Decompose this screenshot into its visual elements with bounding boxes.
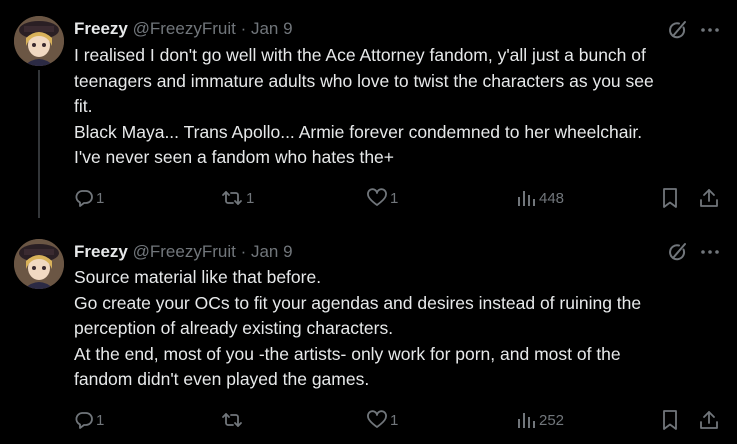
tweet-header: Freezy @FreezyFruit · Jan 9 (74, 17, 293, 41)
reply-icon (74, 188, 94, 208)
tweet-text-line: Source material like that before. (74, 267, 322, 287)
like-button[interactable]: 1 (366, 406, 398, 434)
more-dots-icon[interactable] (699, 241, 721, 263)
action-bar: 1 1 252 (0, 406, 737, 434)
tweet-text-line: teenagers and immature adults who love t… (74, 70, 654, 91)
tweet-text-line: At the end, most of you -the artists- on… (74, 343, 621, 364)
reply-button[interactable]: 1 (74, 184, 104, 212)
tweet-text-line: I realised I don't go well with the Ace … (74, 45, 646, 65)
views-count: 448 (539, 189, 565, 207)
avatar[interactable] (14, 16, 64, 66)
tweet-date[interactable]: Jan 9 (251, 242, 293, 261)
repost-button[interactable] (220, 406, 246, 434)
like-button[interactable]: 1 (366, 184, 398, 212)
grok-icon[interactable] (666, 19, 688, 41)
avatar[interactable] (14, 239, 64, 289)
share-button[interactable] (698, 406, 720, 434)
bookmark-button[interactable] (660, 184, 680, 212)
like-count: 1 (390, 189, 399, 207)
repost-icon (220, 188, 244, 208)
views-icon (515, 188, 537, 208)
tweet-text-line: I've never seen a fandom who hates the+ (74, 147, 395, 167)
author-name[interactable]: Freezy (74, 19, 128, 38)
bookmark-icon (660, 187, 680, 209)
action-bar: 1 1 1 448 (0, 184, 737, 212)
heart-icon (366, 188, 388, 208)
bookmark-icon (660, 409, 680, 431)
reply-count: 1 (96, 189, 105, 207)
bookmark-button[interactable] (660, 406, 680, 434)
author-handle[interactable]: @FreezyFruit (133, 19, 236, 38)
header-separator: · (240, 242, 247, 261)
author-handle[interactable]: @FreezyFruit (133, 242, 236, 261)
tweet-text-line: perception of already existing character… (74, 318, 394, 338)
reply-icon (74, 410, 94, 430)
tweet-date[interactable]: Jan 9 (251, 19, 293, 38)
tweet-text-line: Go create your OCs to fit your agendas a… (74, 292, 642, 313)
reply-button[interactable]: 1 (74, 406, 104, 434)
share-button[interactable] (698, 184, 720, 212)
heart-icon (366, 410, 388, 430)
share-icon (698, 187, 720, 209)
more-dots-icon[interactable] (699, 19, 721, 41)
tweet-text: Source material like that before. Go cre… (74, 265, 724, 393)
tweet-text-line: fandom didn't even played the games. (74, 369, 370, 389)
tweet-header: Freezy @FreezyFruit · Jan 9 (74, 240, 293, 264)
tweet-text-line: Black Maya... Trans Apollo... Armie fore… (74, 121, 643, 142)
views-button[interactable]: 448 (515, 184, 564, 212)
repost-button[interactable]: 1 (220, 184, 254, 212)
views-count: 252 (539, 411, 565, 429)
grok-icon[interactable] (666, 241, 688, 263)
views-icon (515, 410, 537, 430)
tweet-text: I realised I don't go well with the Ace … (74, 43, 724, 171)
repost-count: 1 (246, 189, 255, 207)
share-icon (698, 409, 720, 431)
views-button[interactable]: 252 (515, 406, 564, 434)
header-separator: · (240, 19, 247, 38)
tweet[interactable]: Freezy @FreezyFruit · Jan 9 Source mater… (0, 222, 737, 444)
author-name[interactable]: Freezy (74, 242, 128, 261)
reply-count: 1 (96, 411, 105, 429)
repost-icon (220, 410, 244, 430)
tweet[interactable]: Freezy @FreezyFruit · Jan 9 I realised I… (0, 0, 737, 222)
like-count: 1 (390, 411, 399, 429)
tweet-text-line: fit. (74, 96, 93, 116)
